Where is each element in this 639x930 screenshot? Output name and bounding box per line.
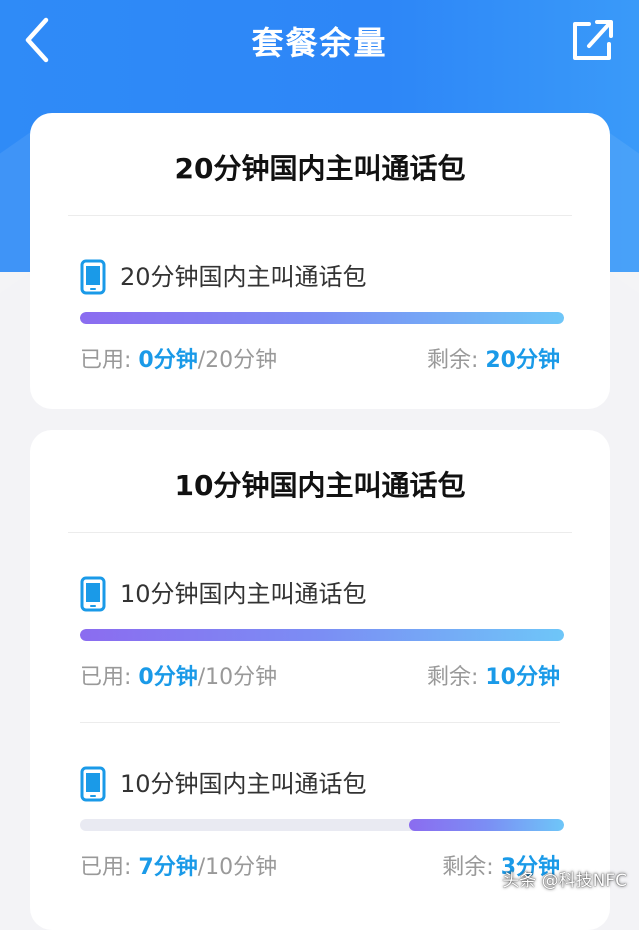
share-external-icon xyxy=(573,20,613,60)
watermark: 头条 @科技NFC xyxy=(502,871,627,891)
share-button[interactable] xyxy=(567,14,615,66)
used-amount: 已用: 0分钟/10分钟 xyxy=(80,665,278,690)
divider xyxy=(68,532,572,533)
mobile-phone-icon xyxy=(80,259,106,295)
usage-progress-fill xyxy=(80,312,564,324)
divider xyxy=(68,215,572,216)
usage-progress-fill xyxy=(80,629,564,641)
mobile-phone-icon xyxy=(80,576,106,612)
package-card: 20分钟国内主叫通话包 20分钟国内主叫通话包 已用: 0分钟/20分钟 剩余:… xyxy=(30,113,610,409)
package-card-title: 10分钟国内主叫通话包 xyxy=(174,469,466,502)
divider xyxy=(80,722,560,723)
usage-item-name: 20分钟国内主叫通话包 xyxy=(120,263,367,291)
package-card-title: 20分钟国内主叫通话包 xyxy=(174,152,466,185)
usage-progress-bar xyxy=(80,819,564,831)
usage-item-name: 10分钟国内主叫通话包 xyxy=(120,770,367,798)
page-title: 套餐余量 xyxy=(251,24,388,62)
usage-progress-fill xyxy=(409,819,564,831)
navigation-bar: 套餐余量 xyxy=(0,0,639,80)
remaining-amount: 剩余: 10分钟 xyxy=(426,665,560,690)
remaining-amount: 剩余: 20分钟 xyxy=(426,348,560,373)
usage-progress-bar xyxy=(80,629,564,641)
usage-progress-bar xyxy=(80,312,564,324)
mobile-phone-icon xyxy=(80,766,106,802)
used-amount: 已用: 7分钟/10分钟 xyxy=(80,855,278,880)
package-card: 10分钟国内主叫通话包 10分钟国内主叫通话包 已用: 0分钟/10分钟 剩余:… xyxy=(30,430,610,930)
usage-item-name: 10分钟国内主叫通话包 xyxy=(120,580,367,608)
used-amount: 已用: 0分钟/20分钟 xyxy=(80,348,278,373)
